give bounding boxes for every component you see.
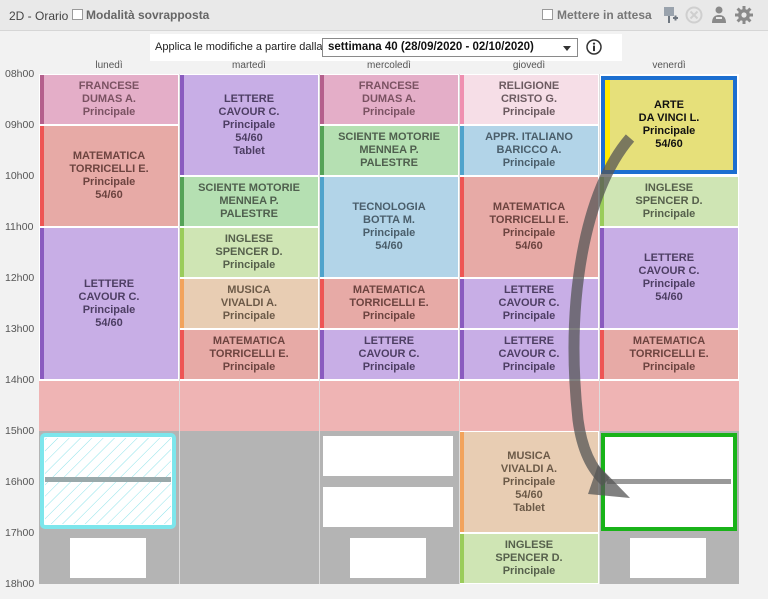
wait-checkbox[interactable] — [542, 9, 553, 20]
column-divider — [319, 74, 320, 584]
lesson-card[interactable]: SCIENTE MOTORIE MENNEA P. PALESTRE — [319, 125, 459, 176]
day-header-tuesday: martedì — [232, 60, 266, 71]
lesson-card[interactable]: INGLESE SPENCER D. Principale — [179, 227, 319, 278]
hour-label: 17h00 — [5, 527, 35, 539]
empty-slot[interactable] — [323, 436, 453, 476]
apply-label: Applica le modifiche a partire dalla — [155, 41, 323, 53]
lesson-card[interactable]: LETTERE CAVOUR C. Principale — [319, 329, 459, 380]
gear-icon[interactable] — [733, 4, 755, 26]
day-header-thursday: giovedì — [512, 60, 546, 71]
lesson-card[interactable]: INGLESE SPENCER D. Principale — [459, 533, 599, 584]
lesson-card[interactable]: MATEMATICA TORRICELLI E. Principale — [319, 278, 459, 329]
empty-slot[interactable] — [323, 487, 453, 527]
lesson-card[interactable]: LETTERE CAVOUR C. Principale 54/60 — [39, 227, 179, 380]
column-divider — [179, 74, 180, 584]
empty-slot[interactable] — [350, 538, 426, 578]
info-icon[interactable] — [586, 39, 602, 55]
day-header-monday: lunedì — [95, 60, 123, 71]
empty-slot[interactable] — [630, 538, 706, 578]
title-bar: 2D - Orario Modalità sovrapposta Mettere… — [0, 0, 768, 31]
lesson-card[interactable]: LETTERE CAVOUR C. Principale 54/60 Tablet — [179, 74, 319, 176]
hour-label: 14h00 — [5, 374, 35, 386]
move-arrow-icon — [568, 134, 635, 498]
week-select[interactable]: settimana 40 (28/09/2020 - 02/10/2020) — [322, 38, 578, 57]
hour-label: 15h00 — [5, 425, 35, 437]
hour-label: 18h00 — [5, 578, 35, 590]
day-header-wednesday: mercoledì — [367, 60, 411, 71]
empty-slot[interactable] — [70, 538, 146, 578]
day-header-friday: venerdì — [652, 60, 686, 71]
wait-label: Mettere in attesa — [557, 8, 652, 22]
cancel-icon[interactable] — [683, 4, 705, 26]
free-slot[interactable] — [179, 431, 319, 584]
pin-icon[interactable] — [659, 4, 681, 26]
week-select-value: settimana 40 (28/09/2020 - 02/10/2020) — [328, 41, 534, 53]
hatched-placeholder[interactable] — [40, 433, 176, 529]
lesson-card[interactable]: FRANCESE DUMAS A. Principale — [319, 74, 459, 125]
hour-label: 09h00 — [5, 119, 35, 131]
hour-label: 10h00 — [5, 170, 35, 182]
page-title: 2D - Orario — [9, 9, 69, 23]
overlap-mode-label: Modalità sovrapposta — [86, 8, 210, 22]
chevron-down-icon — [563, 46, 571, 51]
hour-label: 08h00 — [5, 68, 35, 80]
hour-label: 12h00 — [5, 272, 35, 284]
lesson-card[interactable]: FRANCESE DUMAS A. Principale — [39, 74, 179, 125]
overlap-mode-checkbox[interactable] — [72, 9, 83, 20]
lesson-card[interactable]: MATEMATICA TORRICELLI E. Principale 54/60 — [39, 125, 179, 227]
lesson-card[interactable]: SCIENTE MOTORIE MENNEA P. PALESTRE — [179, 176, 319, 227]
lesson-card[interactable]: MATEMATICA TORRICELLI E. Principale — [179, 329, 319, 380]
lesson-card[interactable]: RELIGIONE CRISTO G. Principale — [459, 74, 599, 125]
hour-label: 13h00 — [5, 323, 35, 335]
hour-label: 16h00 — [5, 476, 35, 488]
user-icon[interactable] — [708, 4, 730, 26]
column-divider — [459, 74, 460, 584]
hour-label: 11h00 — [5, 221, 34, 233]
apply-changes-bar: Applica le modifiche a partire dalla set… — [150, 34, 622, 61]
lesson-card[interactable]: TECNOLOGIA BOTTA M. Principale 54/60 — [319, 176, 459, 278]
lesson-card[interactable]: MUSICA VIVALDI A. Principale — [179, 278, 319, 329]
